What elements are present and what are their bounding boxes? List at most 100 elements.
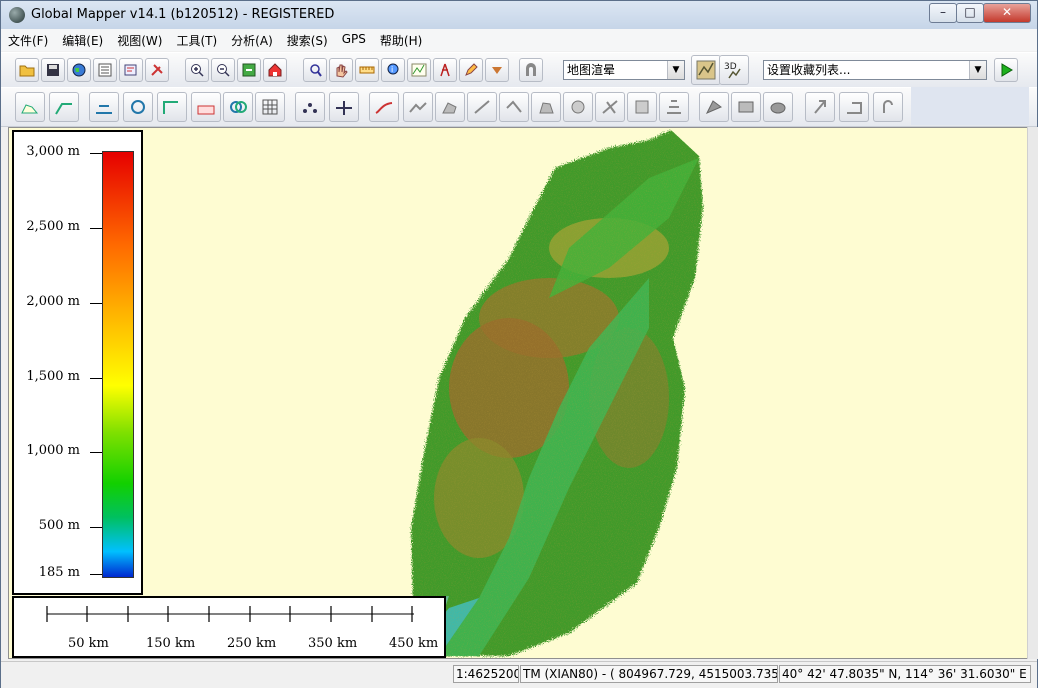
shape-tool-6-button[interactable] xyxy=(563,92,593,122)
shape-icon xyxy=(539,102,554,114)
scale-ruler xyxy=(46,606,414,622)
scale-label: 350 km xyxy=(308,636,358,651)
shape-tool-5-button[interactable] xyxy=(531,92,561,122)
earth-icon xyxy=(72,63,86,77)
shape-tool-8-button[interactable] xyxy=(627,92,657,122)
trace-button[interactable] xyxy=(369,92,399,122)
shape-tool-11-button[interactable] xyxy=(731,92,761,122)
map-scale-readout: 1:4625200 xyxy=(453,665,519,683)
render-mode-select[interactable]: 地图渲晕 ▼ xyxy=(563,60,685,80)
menu-view[interactable]: 视图(W) xyxy=(110,29,169,51)
measure-tool-button[interactable] xyxy=(355,58,379,82)
measure-line-icon xyxy=(163,101,178,114)
shape-tool-3-button[interactable] xyxy=(467,92,497,122)
menu-gps[interactable]: GPS xyxy=(335,29,373,51)
shape-icon xyxy=(442,102,457,114)
edit-vertex-button[interactable] xyxy=(89,92,119,122)
move-icon xyxy=(131,100,145,114)
create-area-button[interactable] xyxy=(15,92,45,122)
dropdown-tool-button[interactable] xyxy=(485,58,509,82)
shape-tool-9-button[interactable] xyxy=(659,92,689,122)
menu-file[interactable]: 文件(F) xyxy=(1,29,55,51)
main-toolbar: i 地图渲晕 ▼ 3D 设置收藏列表... ▼ xyxy=(1,52,1037,88)
full-extent-icon xyxy=(242,63,256,77)
zoom-in-button[interactable] xyxy=(185,58,209,82)
control-center-button[interactable] xyxy=(93,58,117,82)
legend-label: 1,000 m xyxy=(26,443,80,458)
globe-icon xyxy=(9,7,25,23)
elevation-legend: 3,000 m 2,500 m 2,000 m 1,500 m 1,000 m … xyxy=(12,130,143,595)
scale-label: 450 km xyxy=(389,636,439,651)
shape-tool-2-button[interactable] xyxy=(435,92,465,122)
zoom-out-button[interactable] xyxy=(211,58,235,82)
menu-help[interactable]: 帮助(H) xyxy=(373,29,429,51)
tools-button[interactable] xyxy=(145,58,169,82)
3d-view-button[interactable] xyxy=(519,58,543,82)
shape-icon xyxy=(474,100,490,114)
point-tool-button[interactable] xyxy=(295,92,325,122)
shape-tool-14-button[interactable] xyxy=(839,92,869,122)
zoom-in-icon xyxy=(191,64,204,77)
move-feature-button[interactable] xyxy=(123,92,153,122)
info-magnifier-icon: i xyxy=(387,63,399,75)
shape-tool-1-button[interactable] xyxy=(403,92,433,122)
menu-search[interactable]: 搜索(S) xyxy=(280,29,335,51)
zoom-extent-button[interactable] xyxy=(237,58,261,82)
map-view[interactable]: 3,000 m 2,500 m 2,000 m 1,500 m 1,000 m … xyxy=(8,127,1028,659)
close-button[interactable]: ✕ xyxy=(983,3,1031,23)
hand-icon xyxy=(336,64,348,78)
view-shed-button[interactable] xyxy=(433,58,457,82)
shape-icon xyxy=(738,101,754,113)
pan-tool-button[interactable] xyxy=(329,58,353,82)
vertical-scrollbar[interactable] xyxy=(1027,127,1038,659)
shape-tool-4-button[interactable] xyxy=(499,92,529,122)
favorites-select[interactable]: 设置收藏列表... ▼ xyxy=(763,60,987,80)
save-button[interactable] xyxy=(41,58,65,82)
legend-tick xyxy=(90,303,102,304)
maximize-button[interactable]: □ xyxy=(956,3,984,23)
wrench-icon xyxy=(151,64,163,76)
status-bar: 1:4625200 TM (XIAN80) - ( 804967.729, 45… xyxy=(1,661,1037,688)
menu-analysis[interactable]: 分析(A) xyxy=(224,29,280,51)
run-button[interactable] xyxy=(994,58,1018,82)
legend-label: 500 m xyxy=(38,518,80,533)
info-tool-button[interactable]: i xyxy=(381,58,405,82)
create-line-button[interactable] xyxy=(49,92,79,122)
menu-edit[interactable]: 编辑(E) xyxy=(55,29,110,51)
arrow-down-icon xyxy=(492,67,502,74)
home-icon xyxy=(268,63,282,77)
menu-tools[interactable]: 工具(T) xyxy=(169,29,224,51)
shader-icon xyxy=(696,60,716,80)
minimize-button[interactable]: – xyxy=(929,3,957,23)
shape-tool-13-button[interactable] xyxy=(805,92,835,122)
code-icon xyxy=(197,105,215,115)
window-title: Global Mapper v14.1 (b120512) - REGISTER… xyxy=(31,7,335,22)
chevron-down-icon[interactable]: ▼ xyxy=(667,61,684,79)
shape-icon xyxy=(571,100,585,114)
legend-label: 2,000 m xyxy=(26,294,80,309)
shape-tool-7-button[interactable] xyxy=(595,92,625,122)
legend-tick xyxy=(90,527,102,528)
3d-shader-button[interactable]: 3D xyxy=(719,55,749,85)
home-button[interactable] xyxy=(263,58,287,82)
menu-bar: 文件(F) 编辑(E) 视图(W) 工具(T) 分析(A) 搜索(S) GPS … xyxy=(1,29,1037,51)
open-file-button[interactable] xyxy=(15,58,39,82)
configure-button[interactable] xyxy=(119,58,143,82)
path-profile-button[interactable] xyxy=(407,58,431,82)
chevron-down-icon[interactable]: ▼ xyxy=(969,61,986,79)
split-line-button[interactable] xyxy=(329,92,359,122)
buffer-button[interactable] xyxy=(223,92,253,122)
shader-button[interactable] xyxy=(691,55,721,85)
digitizer-toolbar xyxy=(1,87,1037,127)
shape-tool-12-button[interactable] xyxy=(763,92,793,122)
digitizer-button[interactable] xyxy=(459,58,483,82)
shape-tool-10-button[interactable] xyxy=(699,92,729,122)
profile-icon xyxy=(411,63,427,77)
online-data-button[interactable] xyxy=(67,58,91,82)
title-bar[interactable]: Global Mapper v14.1 (b120512) - REGISTER… xyxy=(1,1,1037,29)
grid-button[interactable] xyxy=(255,92,285,122)
code-button[interactable] xyxy=(191,92,221,122)
measure-line-button[interactable] xyxy=(157,92,187,122)
zoom-tool-button[interactable] xyxy=(303,58,327,82)
shape-tool-15-button[interactable] xyxy=(873,92,903,122)
